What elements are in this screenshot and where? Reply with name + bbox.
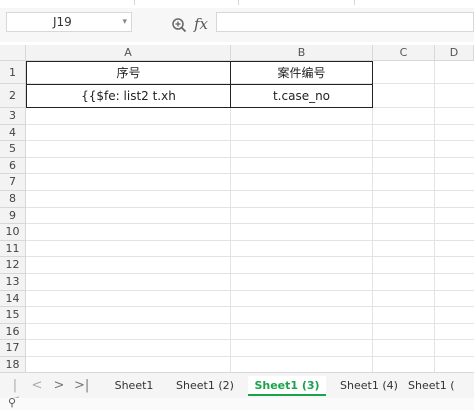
row-divider [26, 140, 474, 142]
cell-b1[interactable]: 案件编号 [230, 61, 373, 85]
row-header[interactable]: 10 [0, 224, 26, 241]
sheet-tab[interactable]: Sheet1 (2) [170, 376, 240, 396]
column-header-c[interactable]: C [373, 45, 435, 61]
cell-b2[interactable]: t.case_no [230, 84, 373, 108]
sheet-tab[interactable]: Sheet1 [106, 376, 162, 396]
sheet-tab-bar: |< < > >| Sheet1 Sheet1 (2) Sheet1 (3) S… [0, 372, 474, 408]
row-divider [26, 273, 474, 274]
prev-sheet-button[interactable]: < [30, 378, 44, 393]
divider [134, 0, 135, 5]
column-header-d[interactable]: D [435, 45, 474, 61]
row-divider [26, 322, 474, 324]
row-header[interactable]: 13 [0, 274, 26, 291]
cell-a1[interactable]: 序号 [26, 61, 231, 85]
row-header[interactable]: 12 [0, 257, 26, 274]
row-header[interactable]: 15 [0, 307, 26, 324]
row-header[interactable]: 11 [0, 240, 26, 258]
sheet-tab[interactable]: Sheet1 (4) [334, 376, 404, 396]
row-divider [26, 190, 474, 191]
column-header-b[interactable]: B [231, 45, 373, 61]
row-header[interactable]: 14 [0, 290, 26, 308]
row-header[interactable]: 17 [0, 340, 26, 357]
location-icon[interactable]: ⚲ [8, 396, 16, 409]
row-divider [26, 306, 474, 308]
row-divider [26, 339, 474, 341]
row-divider [26, 356, 474, 357]
window-top-edge [0, 0, 474, 8]
next-sheet-button[interactable]: > [52, 378, 66, 393]
row-divider [26, 289, 474, 291]
row-divider [26, 256, 474, 258]
row-header[interactable]: 9 [0, 207, 26, 225]
row-header[interactable]: 4 [0, 124, 26, 142]
last-sheet-button[interactable]: >| [74, 378, 89, 393]
row-header[interactable]: 8 [0, 191, 26, 208]
name-box-value: J19 [53, 15, 72, 29]
row-header[interactable]: 5 [0, 141, 26, 158]
name-box[interactable]: J19 ▾ [6, 12, 132, 32]
row-divider [26, 173, 474, 175]
zoom-icon[interactable] [171, 17, 187, 33]
chevron-down-icon[interactable]: ▾ [122, 13, 127, 31]
row-header[interactable]: 3 [0, 108, 26, 125]
status-bar: ⚲ [0, 396, 474, 410]
sheet-tab[interactable]: Sheet1 ( [408, 376, 474, 396]
select-all-corner[interactable] [0, 45, 26, 61]
row-header[interactable]: 18 [0, 357, 26, 372]
row-divider [26, 123, 474, 125]
row-header[interactable]: 2 [0, 84, 26, 108]
sheet-tab-active[interactable]: Sheet1 (3) [248, 376, 326, 396]
row-header[interactable]: 6 [0, 157, 26, 175]
spreadsheet-grid[interactable]: A B C D 12345678910111213141516171819 序号… [0, 45, 474, 372]
divider [354, 0, 355, 5]
divider [238, 0, 239, 5]
row-divider [26, 239, 474, 241]
cell-a2[interactable]: {{$fe: list2 t.xh [26, 84, 231, 108]
row-header[interactable]: 16 [0, 323, 26, 341]
formula-input[interactable] [216, 12, 474, 32]
row-divider [26, 156, 474, 158]
row-header[interactable]: 1 [0, 61, 26, 84]
row-divider [26, 206, 474, 208]
row-divider [26, 223, 474, 225]
row-header[interactable]: 7 [0, 174, 26, 191]
column-header-a[interactable]: A [26, 45, 231, 61]
fx-icon[interactable]: fx [194, 15, 208, 33]
